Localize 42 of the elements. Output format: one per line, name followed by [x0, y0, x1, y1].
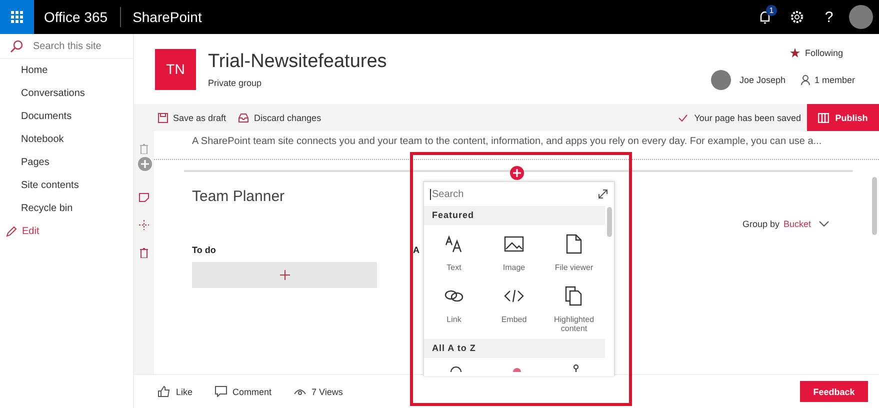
view-count: 7 Views — [312, 386, 343, 396]
like-button[interactable]: Like — [158, 386, 193, 397]
owner-name: Joe Joseph — [739, 75, 786, 85]
brand-name[interactable]: Office 365 — [34, 7, 121, 27]
section-header: Featured — [424, 206, 605, 225]
site-subtitle: Private group — [208, 78, 263, 88]
group-by-label: Group by — [742, 219, 780, 229]
publish-button[interactable]: Publish — [807, 104, 879, 131]
section-header: All A to Z — [424, 339, 605, 358]
webpart-title: Team Planner — [192, 188, 285, 205]
column-header: A — [413, 245, 420, 257]
save-status: Your page has been saved — [694, 112, 801, 122]
site-title: Trial-Newsitefeatures — [208, 50, 388, 72]
follow-button[interactable]: Following — [790, 48, 843, 58]
nav-link[interactable]: Site contents — [0, 174, 133, 197]
site-logo: TN — [155, 48, 196, 90]
comment-button[interactable]: Comment — [214, 386, 272, 397]
members-button[interactable]: 1 member — [801, 75, 855, 85]
help-button[interactable]: ? — [813, 8, 845, 26]
save-draft-button[interactable]: Save as draft — [158, 112, 226, 122]
webpart-option[interactable]: Highlighted content — [544, 283, 604, 335]
app-name[interactable]: SharePoint — [120, 9, 202, 25]
nav-link[interactable]: Home — [0, 59, 133, 82]
webpart-option[interactable]: File viewer — [544, 231, 604, 283]
column-header: To do — [192, 245, 217, 255]
group-by-dropdown[interactable]: Bucket — [783, 219, 829, 229]
feedback-button[interactable]: Feedback — [800, 381, 868, 402]
edit-link[interactable]: Edit — [0, 220, 133, 243]
notifications-button[interactable]: 1 — [749, 4, 781, 30]
webpart-option[interactable]: Link — [424, 283, 484, 335]
webpart-option[interactable]: Image — [484, 231, 544, 283]
notification-count: 1 — [766, 5, 777, 16]
discard-button[interactable]: Discard changes — [238, 112, 322, 122]
nav-link[interactable]: Documents — [0, 105, 133, 128]
webpart-option[interactable]: Text — [424, 231, 484, 283]
nav-link[interactable]: Pages — [0, 151, 133, 174]
site-description: A SharePoint team site connects you and your team to the content, information, and apps you rely on every day. For example, you can use a... — [192, 136, 823, 147]
nav-link[interactable]: Notebook — [0, 128, 133, 151]
search-field[interactable]: Search this site — [33, 40, 123, 52]
nav-link[interactable]: Recycle bin — [0, 197, 133, 220]
nav-link[interactable]: Conversations — [0, 82, 133, 105]
webpart-option[interactable]: Embed — [484, 283, 544, 335]
